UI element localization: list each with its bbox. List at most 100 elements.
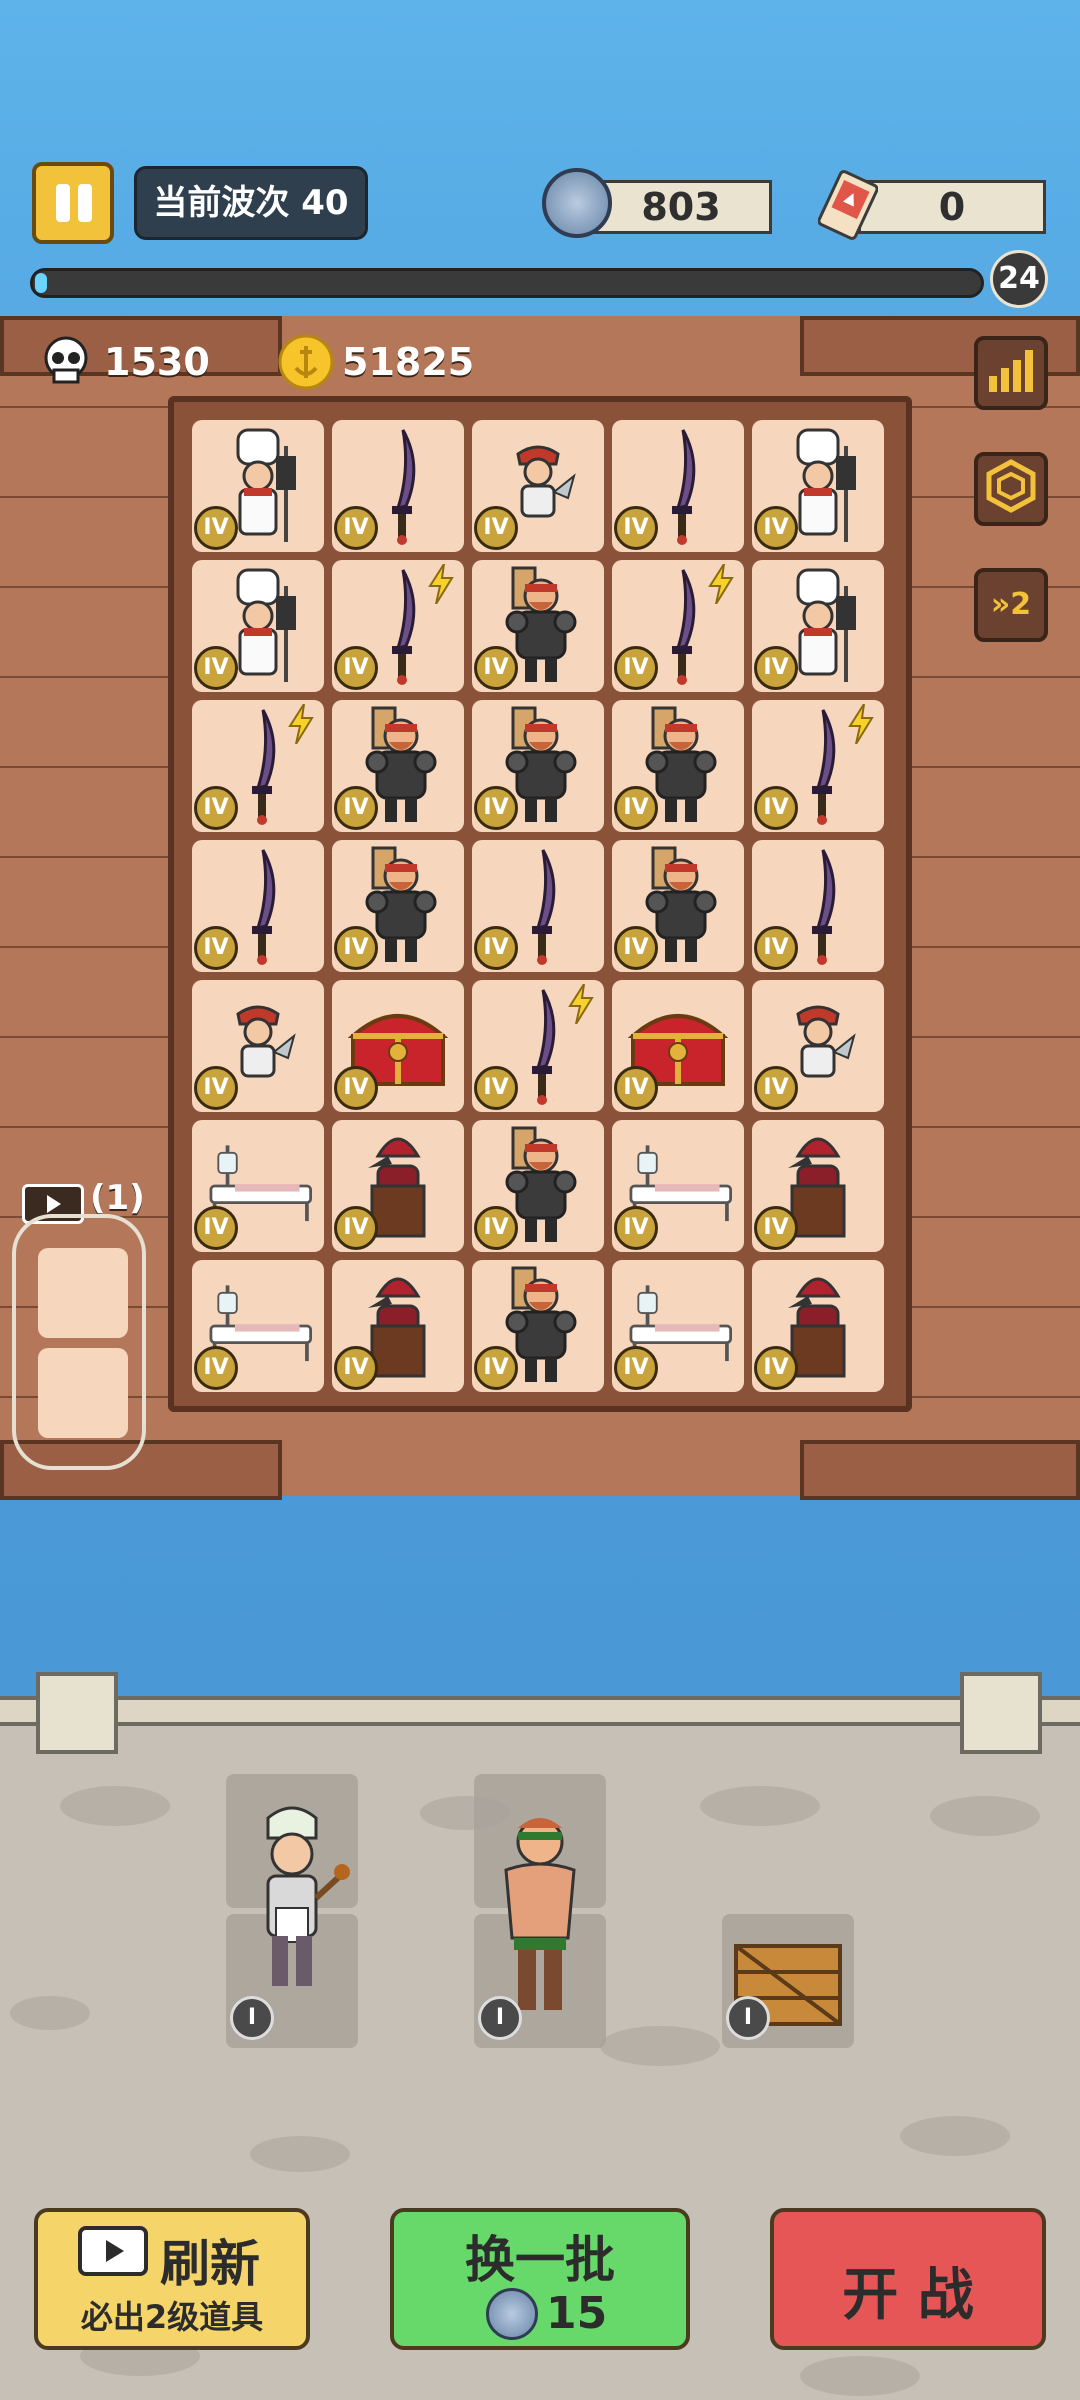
board-cell[interactable]: IV — [612, 700, 744, 832]
level-badge: IV — [754, 506, 798, 550]
storage-slot[interactable] — [38, 1348, 128, 1438]
wave-progress-fill — [35, 273, 47, 293]
level-badge: IV — [474, 926, 518, 970]
lightning-icon — [706, 563, 736, 605]
stone-wall — [0, 1696, 1080, 1726]
level-badge: IV — [474, 1066, 518, 1110]
board-cell[interactable]: IV — [192, 700, 324, 832]
hex-button[interactable] — [974, 452, 1048, 526]
board-cell[interactable]: IV — [612, 560, 744, 692]
level-badge: IV — [474, 1346, 518, 1390]
board-cell[interactable]: IV — [472, 1120, 604, 1252]
level-badge: IV — [334, 506, 378, 550]
speed-label: »2 — [990, 587, 1032, 622]
bar-chart-icon — [989, 350, 1033, 392]
level-badge: IV — [474, 786, 518, 830]
refresh-subtitle: 必出2级道具 — [80, 2298, 264, 2336]
board-cell[interactable]: IV — [192, 1120, 324, 1252]
board-cell[interactable]: IV — [192, 840, 324, 972]
board-cell[interactable]: IV — [192, 980, 324, 1112]
board-cell[interactable]: IV — [472, 700, 604, 832]
storage-ad-count: (1) — [90, 1178, 145, 1218]
board-cell[interactable]: IV — [332, 840, 464, 972]
board-cell[interactable]: IV — [752, 700, 884, 832]
lightning-icon — [566, 983, 596, 1025]
wall-pillar — [36, 1672, 118, 1754]
lightning-icon — [286, 703, 316, 745]
board-cell[interactable]: IV — [332, 1260, 464, 1392]
level-badge: IV — [614, 646, 658, 690]
level-badge: IV — [194, 646, 238, 690]
shop-item-fighter[interactable]: I — [474, 1774, 606, 2048]
board-cell[interactable]: IV — [472, 1260, 604, 1392]
board-cell[interactable]: IV — [192, 420, 324, 552]
board-cell[interactable]: IV — [612, 840, 744, 972]
level-badge: IV — [754, 646, 798, 690]
level-badge: I — [478, 1996, 522, 2040]
board-cell[interactable]: IV — [332, 560, 464, 692]
board-cell[interactable]: IV — [612, 1260, 744, 1392]
board-cell[interactable]: IV — [752, 420, 884, 552]
level-badge: IV — [614, 506, 658, 550]
lightning-icon — [846, 703, 876, 745]
board-cell[interactable]: IV — [752, 1120, 884, 1252]
wave-number-badge: 24 — [990, 250, 1048, 308]
ticket-counter: 0 — [858, 180, 1046, 234]
hexagon-icon — [986, 459, 1036, 513]
pause-button[interactable] — [32, 162, 114, 244]
board-cell[interactable]: IV — [192, 560, 324, 692]
speed-button[interactable]: »2 — [974, 568, 1048, 642]
level-badge: IV — [194, 926, 238, 970]
level-badge: IV — [334, 646, 378, 690]
battle-button[interactable]: 开 战 — [770, 2208, 1046, 2350]
level-badge: IV — [754, 926, 798, 970]
lightning-icon — [426, 563, 456, 605]
board-cell[interactable]: IV — [752, 1260, 884, 1392]
reroll-cost: 15 — [546, 2288, 608, 2339]
level-badge: IV — [754, 1066, 798, 1110]
reroll-button[interactable]: 换一批 15 — [390, 2208, 690, 2350]
level-badge: IV — [334, 1066, 378, 1110]
level-badge: IV — [194, 1346, 238, 1390]
board-cell[interactable]: IV — [192, 1260, 324, 1392]
level-badge: IV — [614, 1066, 658, 1110]
board-cell[interactable]: IV — [472, 420, 604, 552]
board-cell[interactable]: IV — [472, 840, 604, 972]
storage-panel — [12, 1214, 146, 1470]
wall-pillar — [960, 1672, 1042, 1754]
refresh-title: 刷新 — [160, 2235, 260, 2293]
fighter-sprite — [480, 1798, 600, 2028]
refresh-button[interactable]: 刷新 必出2级道具 — [34, 2208, 310, 2350]
video-icon — [78, 2226, 148, 2276]
board-cell[interactable]: IV — [332, 1120, 464, 1252]
level-badge: IV — [614, 1346, 658, 1390]
board-cell[interactable]: IV — [332, 700, 464, 832]
level-badge: IV — [334, 786, 378, 830]
stats-button[interactable] — [974, 336, 1048, 410]
storage-slot[interactable] — [38, 1248, 128, 1338]
board-cell[interactable]: IV — [612, 420, 744, 552]
board-cell[interactable]: IV — [332, 980, 464, 1112]
level-badge: IV — [334, 926, 378, 970]
board-cell[interactable]: IV — [612, 980, 744, 1112]
level-badge: IV — [334, 1346, 378, 1390]
kill-counter: 1530 — [104, 340, 210, 384]
level-badge: IV — [194, 506, 238, 550]
board-cell[interactable]: IV — [472, 560, 604, 692]
board-cell[interactable]: IV — [752, 840, 884, 972]
board-cell[interactable]: IV — [472, 980, 604, 1112]
shop-item-crate[interactable]: I — [722, 1774, 854, 2048]
board-cell[interactable]: IV — [752, 560, 884, 692]
cook-sprite — [232, 1798, 352, 2028]
gold-coin-icon — [278, 334, 334, 390]
gold-counter: 51825 — [342, 340, 475, 384]
level-badge: IV — [754, 786, 798, 830]
board-cell[interactable]: IV — [612, 1120, 744, 1252]
shop-item-cook[interactable]: I — [226, 1774, 358, 2048]
level-badge: IV — [614, 1206, 658, 1250]
level-badge: I — [230, 1996, 274, 2040]
board-cell[interactable]: IV — [332, 420, 464, 552]
skull-coin-icon — [542, 168, 612, 238]
board-cell[interactable]: IV — [752, 980, 884, 1112]
level-badge: IV — [334, 1206, 378, 1250]
